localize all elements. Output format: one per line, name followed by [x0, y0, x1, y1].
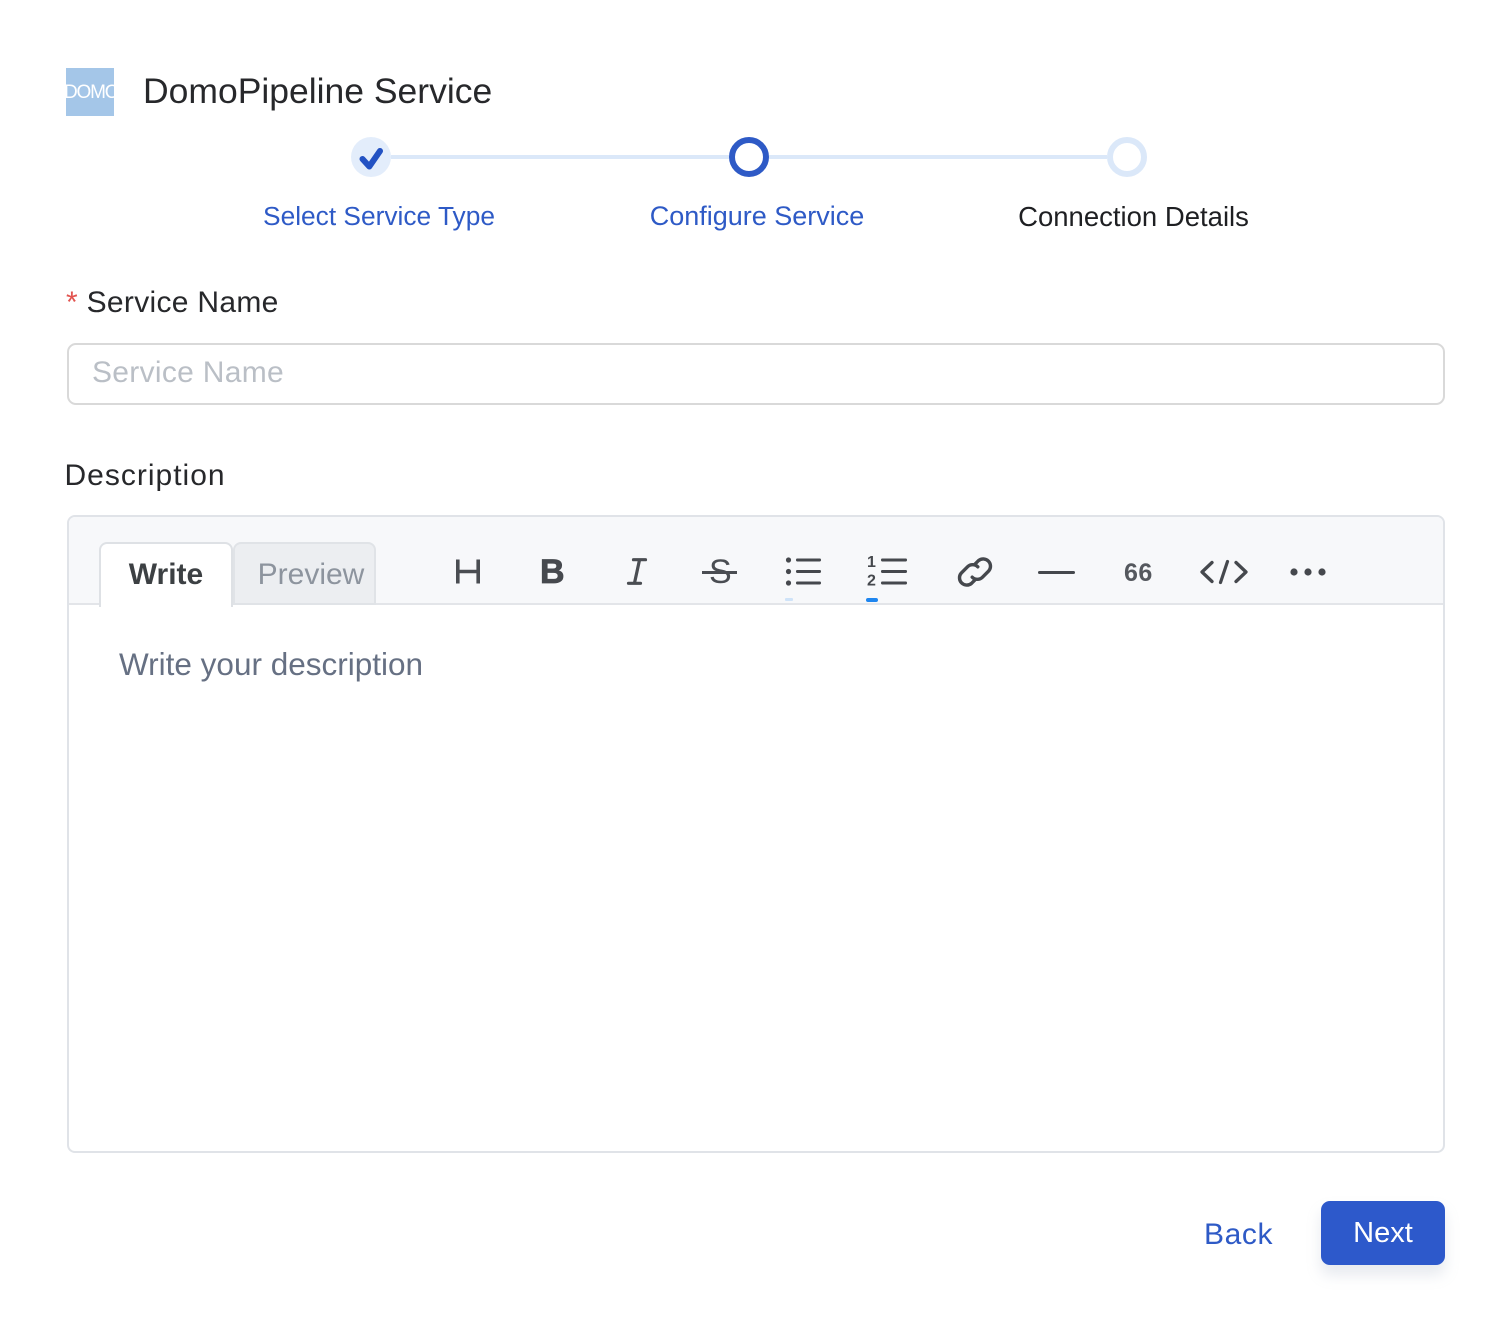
svg-text:1: 1 — [867, 554, 876, 571]
svg-text:2: 2 — [867, 573, 876, 590]
